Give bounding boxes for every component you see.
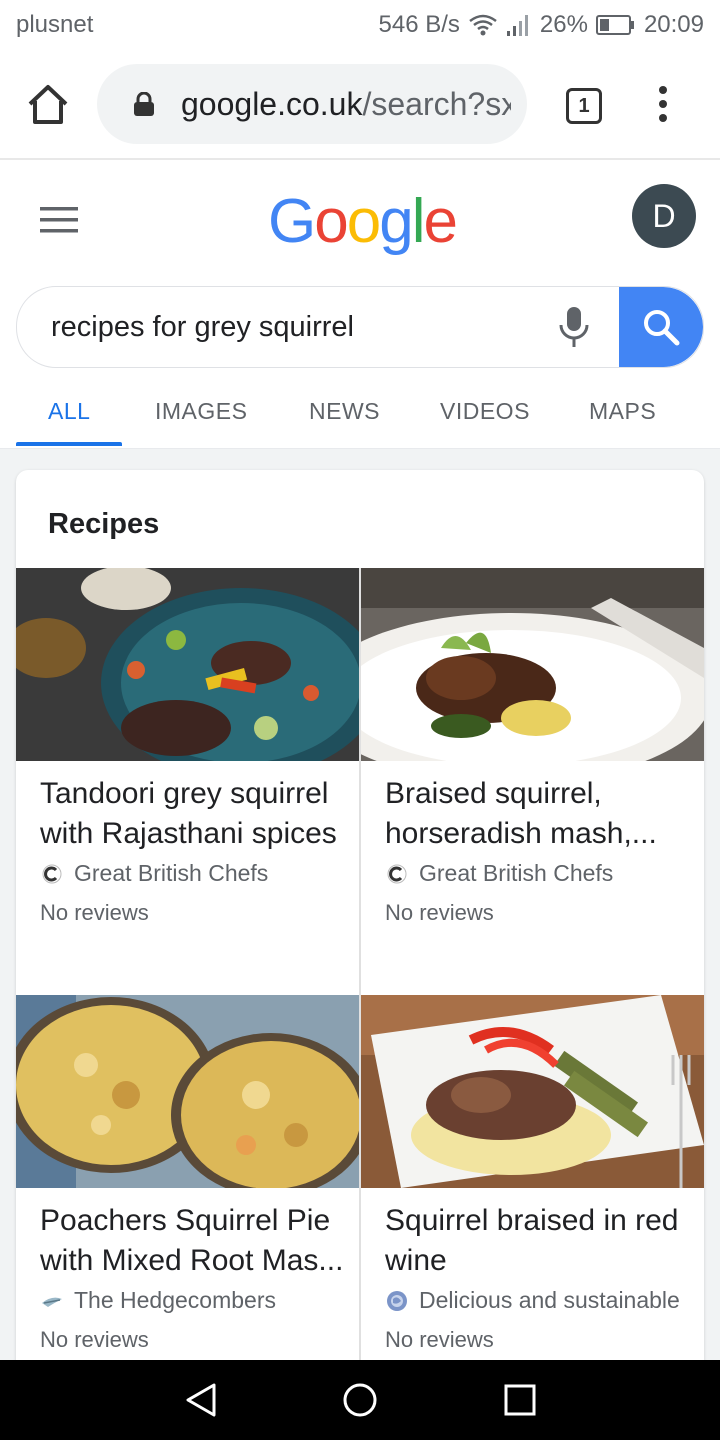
- recipe-image: [361, 995, 704, 1188]
- tab-videos[interactable]: VIDEOS: [440, 398, 530, 425]
- more-options-icon[interactable]: [656, 86, 670, 122]
- network-speed: 546 B/s: [378, 11, 460, 38]
- search-icon: [644, 310, 680, 346]
- signal-icon: [506, 15, 528, 36]
- recipe-image: [16, 995, 359, 1188]
- status-bar: plusnet 546 B/s 26% 20:09: [0, 0, 720, 50]
- logo-letter: G: [268, 187, 316, 256]
- recipe-reviews: No reviews: [385, 900, 494, 925]
- recipe-source: Delicious and sustainable: [385, 1287, 680, 1314]
- recents-icon[interactable]: [504, 1384, 536, 1416]
- recipe-card-poachers-pie[interactable]: Poachers Squirrel Pie with Mixed Root Ma…: [16, 995, 359, 1370]
- recipe-reviews: No reviews: [40, 900, 149, 925]
- active-tab-indicator: [16, 442, 122, 446]
- microphone-icon[interactable]: [557, 305, 591, 349]
- logo-letter: o: [314, 187, 349, 256]
- search-button[interactable]: [619, 287, 703, 367]
- tab-images[interactable]: IMAGES: [155, 398, 247, 425]
- recipes-card: Recipes Tandoori grey squirrel with Raja…: [16, 470, 704, 1370]
- globe-icon: [387, 1290, 407, 1311]
- google-logo[interactable]: Google: [268, 186, 458, 257]
- recipe-card-tandoori[interactable]: Tandoori grey squirrel with Rajasthani s…: [16, 568, 359, 994]
- recipe-reviews: No reviews: [385, 1327, 494, 1352]
- hamburger-menu-icon[interactable]: [40, 207, 80, 233]
- logo-letter: l: [411, 187, 426, 256]
- search-box[interactable]: recipes for grey squirrel: [16, 286, 704, 368]
- recipe-source-name: Great British Chefs: [74, 860, 269, 886]
- logo-letter: g: [379, 187, 414, 256]
- wifi-icon: [469, 14, 497, 36]
- recipe-source: Great British Chefs: [385, 860, 613, 887]
- recipe-title: Braised squirrel, horseradish mash,...: [385, 777, 657, 850]
- logo-letter: e: [423, 187, 458, 256]
- tab-news[interactable]: NEWS: [309, 398, 380, 425]
- recipes-heading: Recipes: [48, 508, 160, 540]
- lock-icon: [134, 92, 154, 116]
- recipe-image: [16, 568, 359, 761]
- system-navigation-bar: [0, 1360, 720, 1440]
- recipe-card-red-wine[interactable]: Squirrel braised in red wine Delicious a…: [361, 995, 704, 1370]
- status-indicators: 546 B/s 26% 20:09: [379, 11, 705, 39]
- url-host: google.co.uk: [181, 86, 363, 122]
- home-circle-icon[interactable]: [342, 1382, 378, 1418]
- recipe-card-braised[interactable]: Braised squirrel, horseradish mash,... G…: [361, 568, 704, 994]
- tab-all[interactable]: ALL: [48, 398, 90, 425]
- column-divider: [359, 568, 361, 1370]
- recipe-source: Great British Chefs: [40, 860, 268, 887]
- search-input[interactable]: recipes for grey squirrel: [51, 311, 354, 344]
- tab-switcher-button[interactable]: 1: [566, 88, 602, 124]
- home-icon[interactable]: [26, 82, 70, 126]
- recipe-source: The Hedgecombers: [40, 1287, 276, 1314]
- back-icon[interactable]: [184, 1382, 218, 1418]
- recipe-source-name: Great British Chefs: [419, 860, 614, 886]
- great-british-chefs-icon: [387, 864, 407, 883]
- carrier-name: plusnet: [16, 11, 94, 38]
- clock: 20:09: [643, 11, 704, 38]
- address-bar[interactable]: google.co.uk/search?sx: [97, 64, 527, 144]
- recipe-source-name: The Hedgecombers: [74, 1287, 276, 1313]
- recipe-title: Poachers Squirrel Pie with Mixed Root Ma…: [40, 1204, 344, 1277]
- url-path: /search?sx: [362, 86, 511, 122]
- battery-icon: [595, 15, 634, 35]
- search-tabs: ALL IMAGES NEWS VIDEOS MAPS: [0, 392, 720, 449]
- recipe-title: Squirrel braised in red wine: [385, 1204, 679, 1277]
- recipe-image: [361, 568, 704, 761]
- recipe-title: Tandoori grey squirrel with Rajasthani s…: [40, 777, 337, 850]
- url-text: google.co.uk/search?sx: [181, 86, 511, 123]
- hedgecombers-icon: [42, 1297, 62, 1307]
- logo-letter: o: [346, 187, 382, 256]
- recipe-source-name: Delicious and sustainable: [419, 1287, 680, 1313]
- great-british-chefs-icon: [42, 864, 62, 883]
- browser-toolbar: google.co.uk/search?sx 1: [0, 50, 720, 160]
- recipe-reviews: No reviews: [40, 1327, 149, 1352]
- account-avatar[interactable]: D: [632, 184, 696, 248]
- battery-percent: 26%: [539, 11, 588, 38]
- tab-maps[interactable]: MAPS: [589, 398, 656, 425]
